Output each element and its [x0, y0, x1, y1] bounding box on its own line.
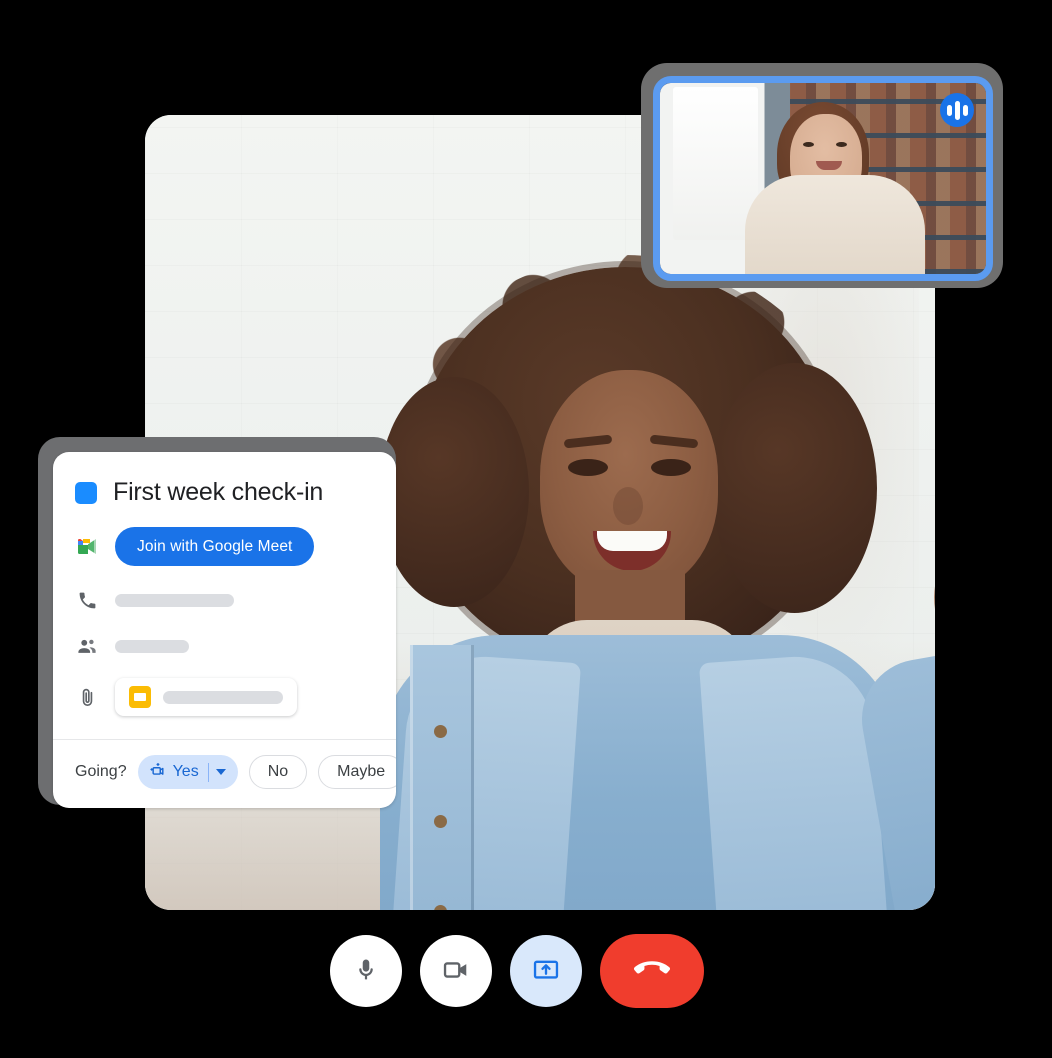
join-video-sparkle-icon [148, 761, 167, 783]
google-meet-logo-icon [75, 537, 99, 557]
guests-value-placeholder [115, 639, 189, 653]
people-icon [75, 634, 99, 658]
rsvp-no-button[interactable]: No [248, 755, 308, 789]
rsvp-separator [207, 762, 209, 782]
event-title-row: First week check-in [75, 478, 374, 507]
join-with-google-meet-button[interactable]: Join with Google Meet [115, 527, 315, 566]
rsvp-maybe-button[interactable]: Maybe [318, 755, 396, 789]
call-control-bar [330, 932, 722, 1010]
paperclip-icon [75, 685, 99, 709]
attachment-chip[interactable] [115, 678, 297, 716]
google-slides-icon [129, 686, 151, 708]
camera-button[interactable] [420, 935, 492, 1007]
page-title: First week check-in [113, 478, 324, 506]
participant-eye-left [568, 459, 608, 476]
jacket-button [434, 725, 447, 738]
attachment-row[interactable] [75, 678, 374, 716]
participant-eye-right [651, 459, 691, 476]
microphone-icon [352, 956, 380, 987]
present-button[interactable] [510, 935, 582, 1007]
end-call-phone-icon [630, 956, 674, 987]
chevron-down-icon[interactable] [215, 769, 226, 775]
attachment-name-placeholder [163, 690, 283, 704]
pip-active-speaker-border [653, 76, 993, 281]
rsvp-yes-button[interactable]: Yes [137, 755, 238, 789]
join-meet-row: Join with Google Meet [75, 527, 374, 566]
hangup-button[interactable] [600, 934, 704, 1008]
meet-canvas: First week check-in Join with Google Mee… [0, 0, 1052, 1058]
jacket-button [434, 815, 447, 828]
audio-wave-icon [940, 93, 974, 127]
pip-participant-torso [744, 174, 925, 274]
present-screen-icon [532, 956, 560, 987]
rsvp-label: Going? [75, 763, 127, 780]
microphone-button[interactable] [330, 935, 402, 1007]
rsvp-row: Going? Yes No Maybe [75, 755, 396, 789]
calendar-event-card[interactable]: First week check-in Join with Google Mee… [38, 437, 396, 808]
self-view-thumbnail[interactable] [641, 63, 1003, 288]
phone-row[interactable] [75, 588, 374, 612]
guests-row[interactable] [75, 634, 374, 658]
phone-icon [75, 588, 99, 612]
participant-nose [613, 487, 643, 525]
pip-video-surface [660, 83, 986, 274]
event-card-body: First week check-in Join with Google Mee… [53, 452, 396, 808]
phone-value-placeholder [115, 593, 234, 607]
rsvp-yes-label: Yes [172, 763, 199, 780]
jacket-placket [410, 645, 474, 910]
video-camera-icon [442, 956, 470, 987]
event-color-chip [75, 481, 97, 504]
window-background [673, 86, 758, 240]
card-divider [53, 739, 396, 740]
